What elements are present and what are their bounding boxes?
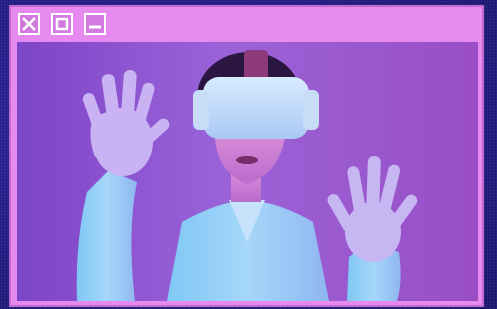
app-window	[9, 5, 484, 307]
minimize-icon	[89, 25, 101, 29]
maximize-icon	[55, 17, 69, 31]
close-button[interactable]	[18, 13, 40, 35]
vr-headset-photo	[17, 42, 478, 301]
minimize-button[interactable]	[84, 13, 106, 35]
title-bar[interactable]	[11, 7, 482, 42]
maximize-button[interactable]	[51, 13, 73, 35]
close-icon	[22, 17, 36, 31]
photo-viewport	[17, 42, 478, 301]
